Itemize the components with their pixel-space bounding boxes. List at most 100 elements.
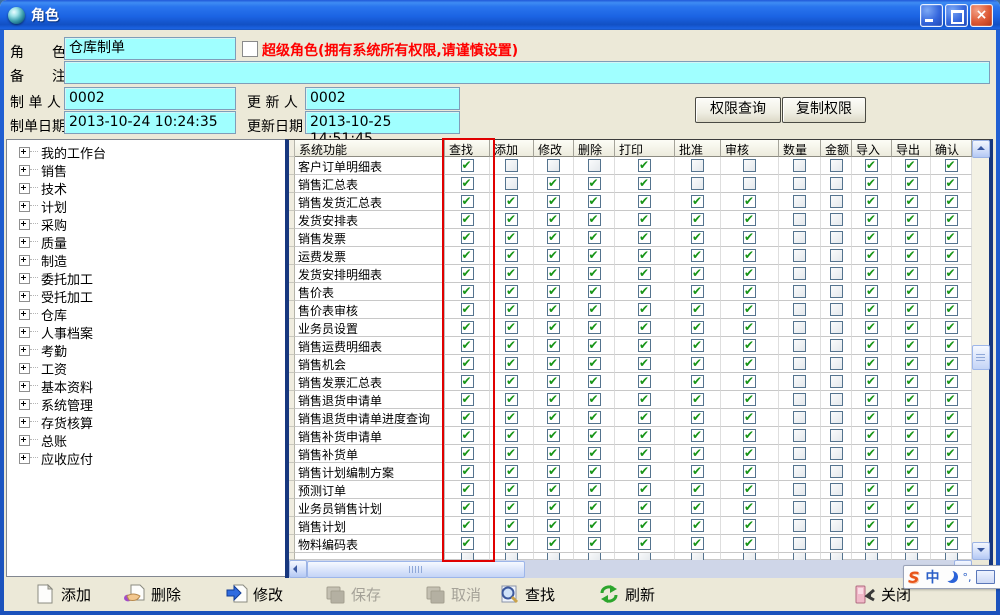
permission-checkbox-数量[interactable] [793, 519, 806, 532]
vertical-scroll-thumb[interactable] [972, 345, 990, 370]
permission-checkbox-查找[interactable] [461, 393, 474, 406]
permission-checkbox-打印[interactable] [638, 375, 651, 388]
permission-checkbox-修改[interactable] [547, 483, 560, 496]
permission-checkbox-添加[interactable] [505, 213, 518, 226]
permission-checkbox-修改[interactable] [547, 447, 560, 460]
permission-checkbox-添加[interactable] [505, 339, 518, 352]
permission-checkbox-打印[interactable] [638, 519, 651, 532]
permission-checkbox-添加[interactable] [505, 519, 518, 532]
scroll-left-button[interactable] [289, 560, 307, 578]
permission-checkbox-批准[interactable] [691, 285, 704, 298]
expand-plus-icon[interactable] [19, 201, 30, 212]
column-header-批准[interactable]: 批准 [675, 140, 721, 157]
permission-checkbox-确认[interactable] [945, 357, 958, 370]
role-field[interactable]: 仓库制单 [64, 37, 236, 60]
column-header-确认[interactable]: 确认 [931, 140, 972, 157]
column-header-审核[interactable]: 审核 [721, 140, 779, 157]
permission-checkbox-修改[interactable] [547, 393, 560, 406]
permission-checkbox-审核[interactable] [743, 501, 756, 514]
permission-checkbox-导入[interactable] [865, 483, 878, 496]
permission-checkbox-打印[interactable] [638, 537, 651, 550]
permission-query-button[interactable]: 权限查询 [695, 97, 781, 123]
permission-checkbox-导出[interactable] [905, 285, 918, 298]
column-header-金额[interactable]: 金额 [821, 140, 852, 157]
permission-checkbox-查找[interactable] [461, 483, 474, 496]
permission-checkbox-金额[interactable] [830, 339, 843, 352]
permission-checkbox-审核[interactable] [743, 357, 756, 370]
permission-checkbox-添加[interactable] [505, 483, 518, 496]
permission-checkbox-数量[interactable] [793, 177, 806, 190]
permission-checkbox-数量[interactable] [793, 357, 806, 370]
permission-checkbox-导出[interactable] [905, 393, 918, 406]
permission-checkbox-批准[interactable] [691, 195, 704, 208]
permission-checkbox-导入[interactable] [865, 465, 878, 478]
permission-checkbox-导入[interactable] [865, 303, 878, 316]
permission-checkbox-审核[interactable] [743, 375, 756, 388]
permission-checkbox-金额[interactable] [830, 177, 843, 190]
expand-plus-icon[interactable] [19, 165, 30, 176]
tree-item[interactable]: 销售 [7, 161, 286, 179]
permission-checkbox-删除[interactable] [588, 465, 601, 478]
tree-item[interactable]: 应收应付 [7, 449, 286, 467]
row-function-name[interactable]: 销售补货单 [295, 445, 445, 463]
tree-item[interactable]: 人事档案 [7, 323, 286, 341]
permission-checkbox-批准[interactable] [691, 303, 704, 316]
permission-checkbox-导入[interactable] [865, 357, 878, 370]
permission-checkbox-数量[interactable] [793, 483, 806, 496]
permission-checkbox-金额[interactable] [830, 213, 843, 226]
tree-item[interactable]: 考勤 [7, 341, 286, 359]
permission-checkbox-删除[interactable] [588, 483, 601, 496]
row-function-name[interactable]: 销售运费明细表 [295, 337, 445, 355]
permission-checkbox-审核[interactable] [743, 447, 756, 460]
tree-item[interactable]: 技术 [7, 179, 286, 197]
copy-permission-button[interactable]: 复制权限 [782, 97, 866, 123]
permission-checkbox-导出[interactable] [905, 553, 918, 560]
permission-checkbox-确认[interactable] [945, 553, 958, 560]
permission-checkbox-删除[interactable] [588, 159, 601, 172]
permission-checkbox-删除[interactable] [588, 501, 601, 514]
permission-checkbox-添加[interactable] [505, 357, 518, 370]
permission-checkbox-删除[interactable] [588, 357, 601, 370]
permission-checkbox-修改[interactable] [547, 159, 560, 172]
permission-checkbox-确认[interactable] [945, 393, 958, 406]
permission-checkbox-导入[interactable] [865, 411, 878, 424]
permission-checkbox-导入[interactable] [865, 429, 878, 442]
permission-checkbox-删除[interactable] [588, 231, 601, 244]
permission-checkbox-审核[interactable] [743, 537, 756, 550]
permission-checkbox-查找[interactable] [461, 357, 474, 370]
permission-checkbox-添加[interactable] [505, 429, 518, 442]
permission-checkbox-删除[interactable] [588, 303, 601, 316]
permission-checkbox-导出[interactable] [905, 519, 918, 532]
permission-checkbox-查找[interactable] [461, 267, 474, 280]
permission-checkbox-修改[interactable] [547, 267, 560, 280]
permission-checkbox-数量[interactable] [793, 339, 806, 352]
permission-checkbox-修改[interactable] [547, 339, 560, 352]
titlebar[interactable]: 角色 × [0, 0, 1000, 30]
permission-checkbox-删除[interactable] [588, 447, 601, 460]
permission-checkbox-数量[interactable] [793, 375, 806, 388]
permission-checkbox-数量[interactable] [793, 465, 806, 478]
permission-checkbox-批准[interactable] [691, 339, 704, 352]
row-function-name[interactable]: 销售计划编制方案 [295, 463, 445, 481]
permission-checkbox-查找[interactable] [461, 537, 474, 550]
permission-checkbox-修改[interactable] [547, 501, 560, 514]
permission-checkbox-金额[interactable] [830, 159, 843, 172]
permission-checkbox-批准[interactable] [691, 411, 704, 424]
permission-checkbox-导出[interactable] [905, 339, 918, 352]
row-function-name[interactable]: 业务员设置 [295, 319, 445, 337]
permission-checkbox-确认[interactable] [945, 177, 958, 190]
column-header-修改[interactable]: 修改 [534, 140, 574, 157]
permission-checkbox-确认[interactable] [945, 537, 958, 550]
permission-checkbox-确认[interactable] [945, 195, 958, 208]
permission-checkbox-修改[interactable] [547, 411, 560, 424]
tree-item[interactable]: 计划 [7, 197, 286, 215]
permission-checkbox-导入[interactable] [865, 249, 878, 262]
permission-checkbox-导入[interactable] [865, 375, 878, 388]
permission-checkbox-打印[interactable] [638, 393, 651, 406]
permission-checkbox-删除[interactable] [588, 195, 601, 208]
permission-checkbox-添加[interactable] [505, 321, 518, 334]
permission-checkbox-批准[interactable] [691, 447, 704, 460]
permission-checkbox-导出[interactable] [905, 447, 918, 460]
permission-checkbox-导入[interactable] [865, 195, 878, 208]
permission-checkbox-金额[interactable] [830, 501, 843, 514]
